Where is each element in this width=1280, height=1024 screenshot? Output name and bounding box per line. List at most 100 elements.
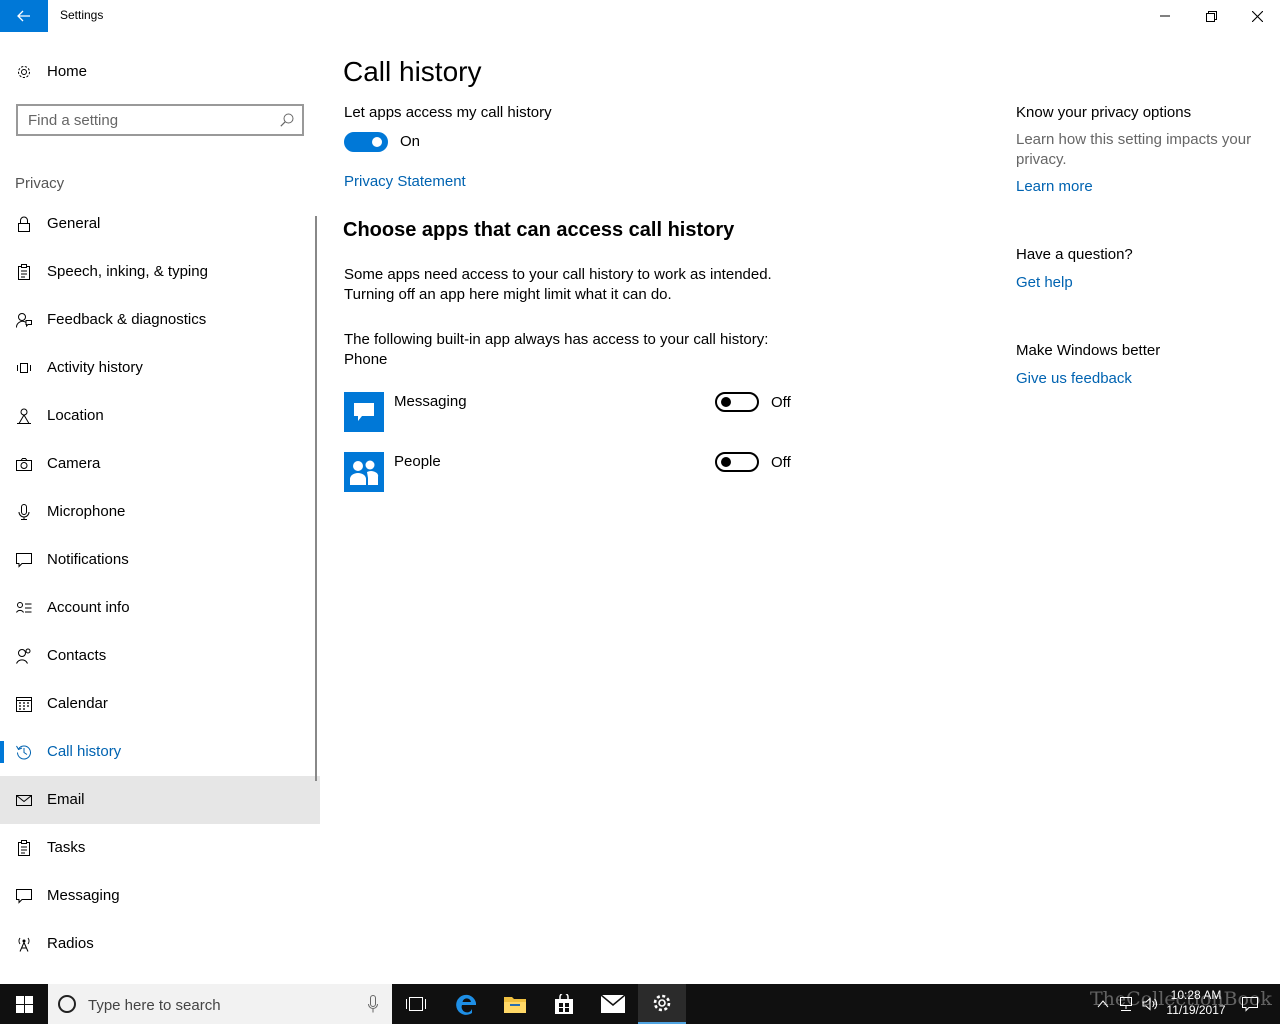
sidebar-item-label: Contacts [47, 647, 107, 664]
camera-icon [16, 458, 32, 471]
clock-date: 11/19/2017 [1166, 1003, 1226, 1017]
lock-icon [18, 216, 30, 232]
chevron-up-icon [1097, 1000, 1109, 1008]
settings-search-input[interactable] [28, 111, 268, 129]
toggle-knob [721, 397, 731, 407]
restore-button[interactable] [1188, 0, 1234, 32]
mail-icon [601, 995, 625, 1013]
builtin-app-name: Phone [344, 351, 388, 368]
call-history-access-toggle[interactable] [344, 132, 388, 152]
back-arrow-icon [17, 10, 30, 22]
taskbar-clock[interactable]: 10:28 AM 11/19/2017 [1160, 988, 1232, 1018]
privacy-options-text: Learn how this setting impacts your priv… [1016, 131, 1252, 168]
close-button[interactable] [1234, 0, 1280, 32]
edge-browser-icon [456, 994, 476, 1015]
sidebar-item-location[interactable]: Location [0, 392, 320, 440]
sidebar-item-general[interactable]: General [0, 200, 320, 248]
toggle-knob [721, 457, 731, 467]
home-nav-item[interactable]: Home [0, 56, 320, 88]
taskbar-search-box[interactable] [48, 984, 392, 1024]
people-access-state: Off [771, 454, 791, 471]
mail-taskbar-button[interactable] [589, 984, 637, 1024]
app-name: Messaging [394, 393, 467, 410]
settings-taskbar-button[interactable] [638, 984, 686, 1024]
builtin-note-line: The following built-in app always has ac… [344, 331, 769, 348]
sidebar-item-speech[interactable]: Speech, inking, & typing [0, 248, 320, 296]
description-line: Turning off an app here might limit what… [344, 286, 672, 303]
microphone-icon [18, 504, 30, 520]
account-info-icon [16, 602, 32, 613]
notification-icon [1242, 996, 1258, 1012]
location-person-icon [17, 408, 31, 424]
sidebar-item-messaging[interactable]: Messaging [0, 872, 320, 920]
gear-icon [18, 66, 30, 78]
taskbar-search-input[interactable] [88, 995, 348, 1015]
builtin-app-note: The following built-in app always has ac… [344, 330, 824, 370]
minimize-icon [1160, 15, 1170, 17]
sidebar-item-notifications[interactable]: Notifications [0, 536, 320, 584]
microphone-icon[interactable] [368, 995, 378, 1013]
person-feedback-icon [16, 313, 32, 328]
call-history-access-state: On [400, 133, 421, 150]
sidebar-item-label: Calendar [47, 695, 108, 712]
cortana-icon [58, 995, 76, 1013]
sidebar-item-label: Account info [47, 599, 130, 616]
sidebar-item-radios[interactable]: Radios [0, 920, 320, 968]
sidebar-item-feedback[interactable]: Feedback & diagnostics [0, 296, 320, 344]
chat-bubble-icon [16, 889, 32, 904]
sidebar-scrollbar[interactable] [315, 216, 317, 781]
sidebar-item-account-info[interactable]: Account info [0, 584, 320, 632]
messaging-access-state: Off [771, 394, 791, 411]
section-label-privacy: Privacy [15, 175, 65, 192]
edge-taskbar-button[interactable] [443, 984, 491, 1024]
get-help-link[interactable]: Get help [1016, 274, 1073, 291]
network-tray-button[interactable] [1116, 984, 1136, 1024]
question-heading: Have a question? [1016, 246, 1133, 263]
sidebar-item-camera[interactable]: Camera [0, 440, 320, 488]
back-button[interactable] [0, 0, 48, 32]
minimize-button[interactable] [1142, 0, 1188, 32]
radio-antenna-icon [18, 937, 30, 952]
sidebar-item-label: Camera [47, 455, 101, 472]
window-title: Settings [60, 8, 104, 22]
sidebar: Home Privacy General Speech, inking, & t… [0, 32, 320, 984]
store-taskbar-button[interactable] [540, 984, 588, 1024]
windows-logo-icon [15, 995, 33, 1013]
task-view-button[interactable] [392, 984, 440, 1024]
volume-tray-button[interactable] [1140, 984, 1160, 1024]
sidebar-item-tasks[interactable]: Tasks [0, 824, 320, 872]
sidebar-item-calendar[interactable]: Calendar [0, 680, 320, 728]
sidebar-item-activity-history[interactable]: Activity history [0, 344, 320, 392]
app-name: People [394, 453, 441, 470]
sidebar-item-contacts[interactable]: Contacts [0, 632, 320, 680]
sidebar-item-label: Location [47, 407, 104, 424]
toggle-knob [372, 137, 382, 147]
sidebar-item-label: Messaging [47, 887, 120, 904]
learn-more-link[interactable]: Learn more [1016, 178, 1093, 195]
sidebar-item-label: Call history [47, 743, 122, 760]
store-bag-icon [555, 994, 573, 1014]
messaging-access-toggle[interactable] [715, 392, 759, 412]
mail-icon [16, 795, 32, 806]
calendar-icon [16, 697, 32, 712]
choose-apps-heading: Choose apps that can access call history [343, 219, 735, 241]
action-center-button[interactable] [1238, 984, 1262, 1024]
contacts-icon [16, 648, 31, 664]
history-icon [16, 745, 31, 760]
privacy-statement-link[interactable]: Privacy Statement [344, 173, 466, 190]
sidebar-item-email[interactable]: Email [0, 776, 320, 824]
sidebar-item-label: Activity history [47, 359, 143, 376]
settings-search-box[interactable] [16, 104, 304, 136]
app-row-messaging: Messaging Off [344, 392, 804, 432]
sidebar-item-microphone[interactable]: Microphone [0, 488, 320, 536]
clock-time: 10:28 AM [1170, 988, 1222, 1002]
restore-icon [1205, 10, 1217, 22]
folder-icon [504, 997, 526, 1013]
give-feedback-link[interactable]: Give us feedback [1016, 370, 1132, 387]
start-button[interactable] [0, 984, 48, 1024]
make-windows-better-heading: Make Windows better [1016, 342, 1161, 359]
show-hidden-icons-button[interactable] [1094, 984, 1112, 1024]
people-access-toggle[interactable] [715, 452, 759, 472]
file-explorer-taskbar-button[interactable] [491, 984, 539, 1024]
sidebar-item-call-history[interactable]: Call history [0, 728, 320, 776]
